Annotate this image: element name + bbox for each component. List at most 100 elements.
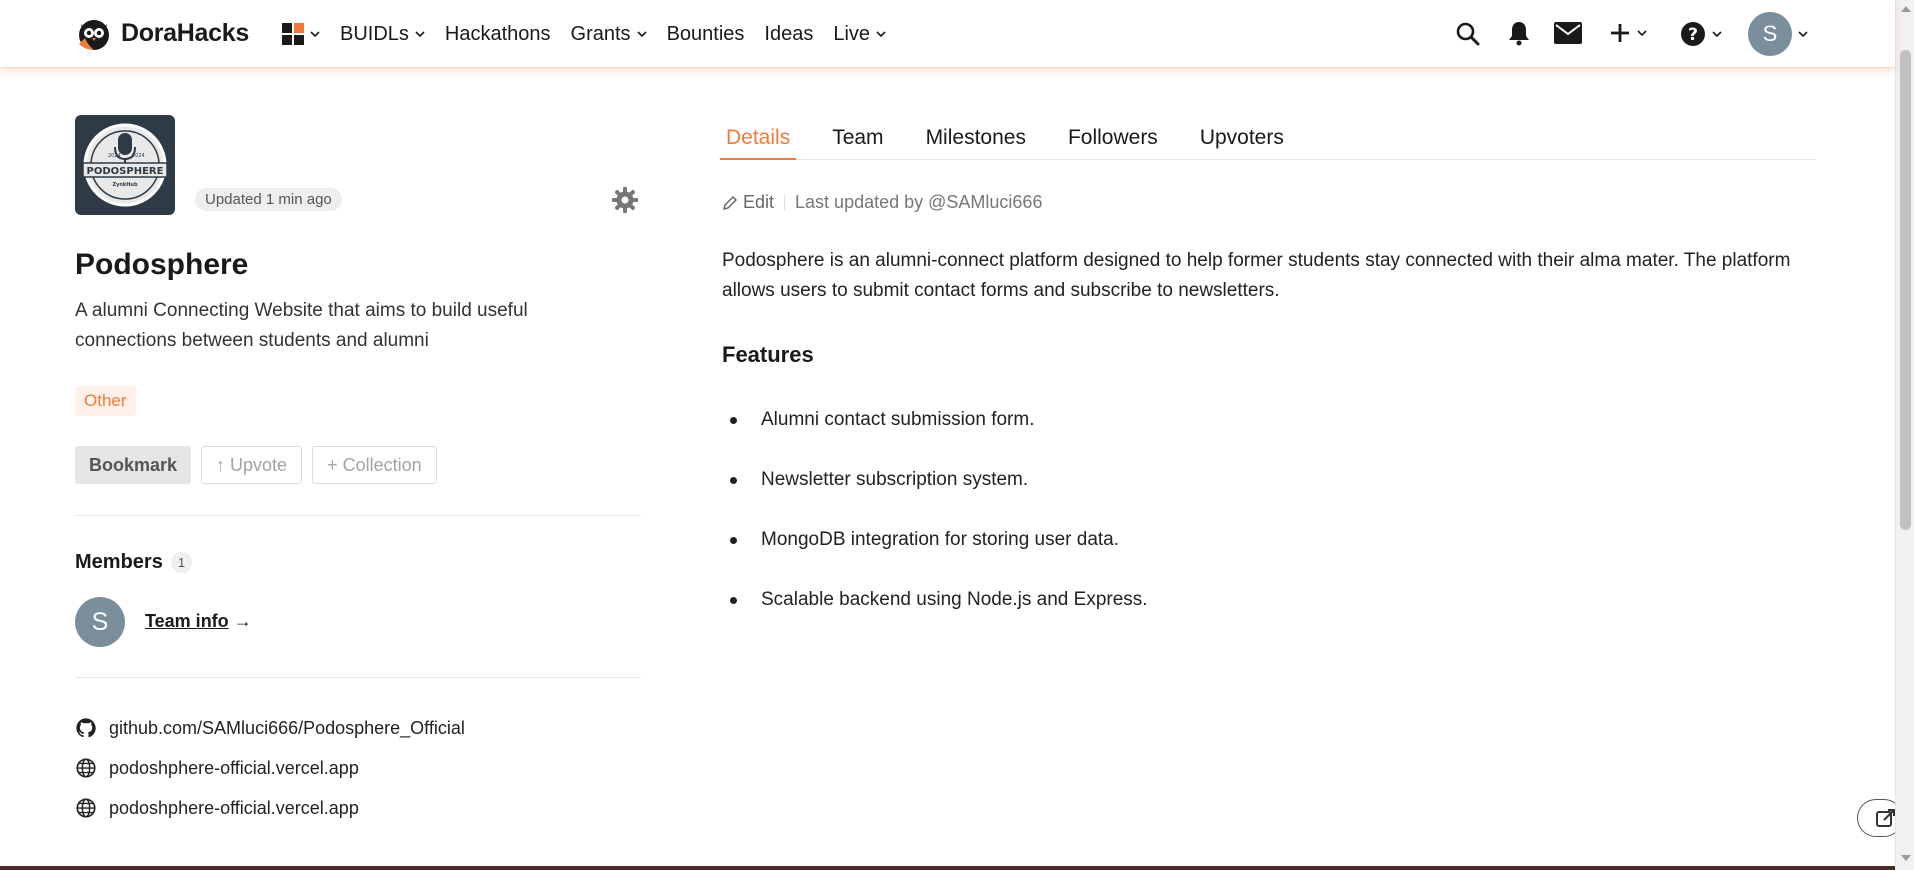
brand-name: DoraHacks (121, 18, 249, 47)
github-link[interactable]: github.com/SAMluci666/Podosphere_Officia… (75, 708, 465, 748)
divider (75, 677, 641, 678)
scrollbar-thumb[interactable] (1900, 50, 1911, 530)
project-actions: Bookmark ↑ Upvote + Collection (75, 446, 437, 484)
logo-subtext: ZynkHub (112, 182, 138, 188)
link-text: podoshphere-official.vercel.app (109, 757, 359, 778)
user-avatar: S (1748, 12, 1792, 56)
bottom-edge-strip (0, 866, 1895, 870)
search-icon (1456, 22, 1480, 46)
feature-text: MongoDB integration for storing user dat… (761, 529, 1120, 550)
tab-team[interactable]: Team (826, 122, 889, 160)
chevron-down-icon (415, 31, 425, 38)
divider (75, 515, 641, 516)
project-title: Podosphere (75, 248, 249, 281)
logo-year-left: 2024 (108, 153, 121, 159)
project-logo: 2024 2024 PODOSPHERE ZynkHub (75, 115, 175, 215)
nav-item-live[interactable]: Live (833, 23, 886, 46)
last-updated-text: Last updated by @SAMluci666 (795, 192, 1043, 212)
svg-text:?: ? (1688, 25, 1698, 45)
nav-item-label: BUIDLs (340, 22, 409, 45)
updated-badge: Updated 1 min ago (195, 188, 342, 211)
pencil-icon (722, 195, 738, 210)
chevron-down-icon (1637, 30, 1647, 37)
nav-item-label: Ideas (764, 22, 814, 45)
gear-icon[interactable] (611, 186, 639, 214)
edit-bar: Edit Last updated by @SAMluci666 (722, 192, 1042, 213)
link-text: podoshphere-official.vercel.app (109, 797, 359, 818)
bullet (730, 477, 737, 484)
edit-button[interactable]: Edit (722, 192, 774, 213)
team-info-label: Team info (145, 611, 229, 631)
feature-text: Scalable backend using Node.js and Expre… (761, 589, 1148, 610)
github-icon (76, 718, 96, 738)
features-list: Alumni contact submission form. Newslett… (722, 405, 1148, 645)
list-item: MongoDB integration for storing user dat… (722, 525, 1148, 585)
search-button[interactable] (1455, 21, 1481, 47)
members-count-badge: 1 (170, 552, 193, 573)
arrow-right-icon: → (233, 611, 252, 631)
team-info-link[interactable]: Team info → (145, 611, 252, 632)
nav-item-hackathons[interactable]: Hackathons (445, 23, 551, 46)
link-text: github.com/SAMluci666/Podosphere_Officia… (109, 717, 465, 738)
project-description: A alumni Connecting Website that aims to… (75, 300, 528, 351)
bell-icon (1509, 22, 1529, 46)
logo-wordmark: PODOSPHERE (87, 166, 164, 177)
tab-followers[interactable]: Followers (1062, 122, 1164, 160)
nav-item-label: Grants (570, 22, 631, 45)
nav-item-bounties[interactable]: Bounties (667, 23, 745, 46)
website-link[interactable]: podoshphere-official.vercel.app (75, 748, 465, 788)
tab-milestones[interactable]: Milestones (920, 122, 1032, 160)
scroll-up-arrow-icon[interactable] (1901, 6, 1911, 12)
bullet (730, 597, 737, 604)
scroll-down-arrow-icon[interactable] (1901, 855, 1911, 861)
mail-icon (1554, 22, 1582, 44)
nav-item-label: Live (833, 22, 871, 45)
chevron-down-icon (1798, 31, 1808, 38)
edit-label: Edit (743, 192, 775, 212)
help-icon: ? (1681, 22, 1705, 46)
website-link[interactable]: podoshphere-official.vercel.app (75, 788, 465, 828)
podosphere-logo-image: 2024 2024 PODOSPHERE ZynkHub (82, 123, 168, 207)
nav-item-grants[interactable]: Grants (571, 23, 647, 46)
create-menu-button[interactable] (1609, 22, 1647, 44)
list-item: Newsletter subscription system. (722, 465, 1148, 525)
project-intro: Podosphere is an alumni-connect platform… (722, 250, 1791, 301)
messages-button[interactable] (1554, 22, 1582, 44)
top-navigation-bar: DoraHacks BUIDLs Hackathons Grants Bount… (0, 0, 1895, 68)
chevron-down-icon (876, 31, 886, 38)
bullet (730, 537, 737, 544)
nav-item-label: Bounties (666, 22, 745, 45)
tab-details[interactable]: Details (720, 122, 797, 160)
grid-apps-icon (282, 23, 304, 45)
features-heading: Features (722, 342, 814, 367)
members-heading: Members 1 (75, 551, 193, 574)
nav-item-label: Hackathons (444, 22, 551, 45)
upvote-button[interactable]: ↑ Upvote (201, 446, 303, 484)
feature-text: Alumni contact submission form. (761, 409, 1035, 430)
project-links: github.com/SAMluci666/Podosphere_Officia… (75, 708, 465, 828)
plus-icon (1611, 24, 1629, 42)
separator (784, 194, 786, 211)
user-menu-button[interactable]: S (1748, 12, 1808, 56)
vertical-scrollbar[interactable] (1895, 0, 1914, 870)
logo-year-right: 2024 (132, 153, 145, 159)
bullet (730, 417, 737, 424)
list-item: Alumni contact submission form. (722, 405, 1148, 465)
project-tabs: Details Team Milestones Followers Upvote… (720, 122, 1815, 160)
member-avatar[interactable]: S (75, 597, 125, 647)
apps-menu-button[interactable] (282, 23, 320, 45)
nav-item-ideas[interactable]: Ideas (764, 23, 813, 46)
bookmark-button[interactable]: Bookmark (75, 446, 192, 484)
help-menu-button[interactable]: ? (1680, 21, 1722, 47)
globe-icon (76, 798, 96, 818)
main-nav: BUIDLs Hackathons Grants Bounties Ideas … (282, 0, 906, 68)
chevron-down-icon (310, 31, 320, 38)
nav-item-buidls[interactable]: BUIDLs (340, 23, 425, 46)
notifications-button[interactable] (1507, 20, 1531, 46)
category-tag[interactable]: Other (75, 386, 136, 416)
feature-text: Newsletter subscription system. (761, 469, 1029, 490)
add-collection-button[interactable]: + Collection (312, 446, 437, 484)
globe-icon (76, 758, 96, 778)
dorahacks-logo[interactable]: DoraHacks (75, 14, 249, 52)
tab-upvoters[interactable]: Upvoters (1194, 122, 1290, 160)
